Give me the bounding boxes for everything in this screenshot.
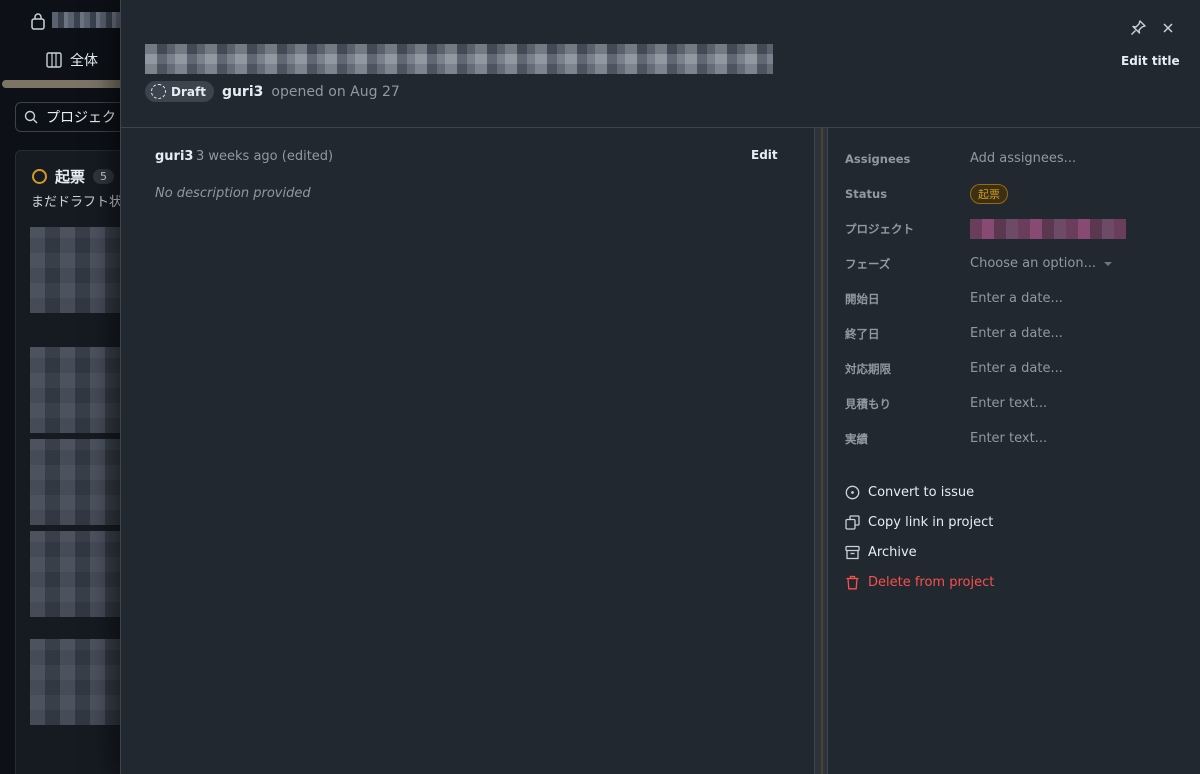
field-start-date: 開始日 Enter a date... [845,281,1185,316]
action-label: Archive [868,544,917,560]
field-label: Assignees [845,151,911,166]
status-value[interactable]: 起票 [970,183,1008,204]
field-label: 開始日 [845,291,880,306]
field-label: フェーズ [845,256,891,271]
pin-icon[interactable] [1129,19,1147,37]
draft-icon [151,84,166,99]
field-project: プロジェクト [845,211,1185,246]
comment-body: No description provided [155,186,311,201]
archive-icon [845,545,860,559]
phase-select[interactable]: Choose an option... [970,256,1112,271]
copy-link-button[interactable]: Copy link in project [845,507,1185,537]
horizontal-scrollbar[interactable] [2,80,132,88]
field-label: プロジェクト [845,221,914,236]
lock-icon [31,13,45,30]
estimate-input[interactable]: Enter text... [970,396,1047,411]
panel-header: Draft guri3 opened on Aug 27 Edit title [121,0,1200,128]
field-end-date: 終了日 Enter a date... [845,316,1185,351]
phase-select-value: Choose an option... [970,256,1096,271]
search-placeholder: プロジェクト [46,110,130,126]
comment-timestamp: 3 weeks ago (edited) [196,149,334,164]
divider-line [821,128,823,774]
field-phase: フェーズ Choose an option... [845,246,1185,281]
field-label: 終了日 [845,326,880,341]
due-date-input[interactable]: Enter a date... [970,361,1063,376]
edit-description-button[interactable]: Edit [751,148,778,162]
project-value[interactable] [970,218,1126,239]
item-meta: Draft guri3 opened on Aug 27 [145,81,400,102]
column-count: 5 [93,169,115,184]
field-estimate: 見積もり Enter text... [845,386,1185,421]
column-description: まだドラフト状 [31,195,123,210]
project-value-redacted [970,218,1126,239]
item-author[interactable]: guri3 [222,84,263,100]
item-fields: Assignees Add assignees... Status 起票 プロジ… [845,141,1185,456]
view-tab-all[interactable]: 全体 [46,50,98,70]
search-icon [24,110,38,124]
chevron-down-icon [1103,261,1112,266]
field-assignees: Assignees Add assignees... [845,141,1185,176]
status-circle-icon [32,169,47,184]
board-icon [46,52,62,68]
field-status: Status 起票 [845,176,1185,211]
draft-badge: Draft [145,81,214,102]
field-due-date: 対応期限 Enter a date... [845,351,1185,386]
trash-icon [846,575,859,589]
close-icon[interactable] [1159,19,1177,37]
archive-button[interactable]: Archive [845,537,1185,567]
draft-badge-label: Draft [171,84,206,99]
status-token: 起票 [970,183,1008,204]
field-label: 対応期限 [845,361,891,376]
convert-to-issue-button[interactable]: Convert to issue [845,477,1185,507]
issue-opened-icon [845,485,860,499]
repo-name-redacted [52,12,122,28]
comment-author[interactable]: guri3 [155,149,193,164]
item-title-redacted [145,44,773,74]
action-label: Copy link in project [868,514,994,530]
delete-from-project-button[interactable]: Delete from project [845,567,1185,597]
view-tab-label: 全体 [70,53,98,69]
start-date-input[interactable]: Enter a date... [970,291,1063,306]
field-actual: 実績 Enter text... [845,421,1185,456]
field-label: Status [845,186,888,201]
copy-icon [845,514,860,530]
panel-resize-divider[interactable] [814,128,828,774]
assignees-value[interactable]: Add assignees... [970,151,1076,166]
item-opened-date: opened on Aug 27 [271,83,400,100]
field-label: 見積もり [845,396,891,411]
actual-input[interactable]: Enter text... [970,431,1047,446]
field-label: 実績 [845,431,868,446]
item-side-panel: Draft guri3 opened on Aug 27 Edit title … [120,0,1200,774]
item-actions: Convert to issue Copy link in project Ar… [845,477,1185,597]
action-label: Convert to issue [868,484,975,500]
action-label: Delete from project [868,574,995,590]
edit-title-button[interactable]: Edit title [1121,54,1180,68]
column-title: 起票 [55,168,86,186]
end-date-input[interactable]: Enter a date... [970,326,1063,341]
